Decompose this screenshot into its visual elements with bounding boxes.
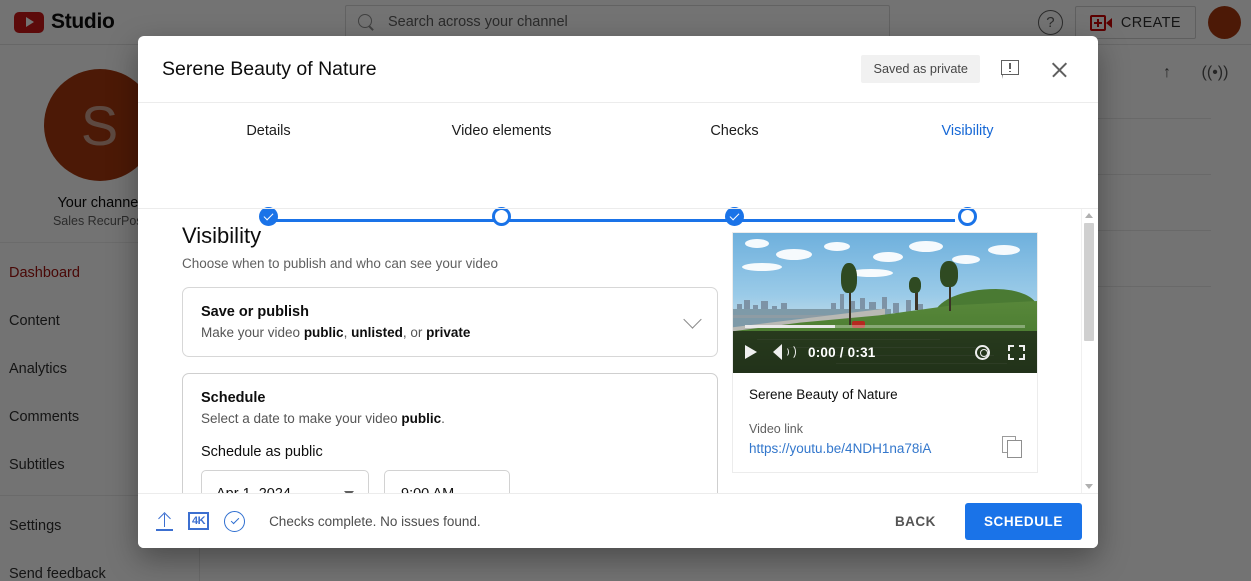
desc-prefix: Make your video (201, 325, 304, 340)
upload-stepper: Details Video elements Checks Visibility (138, 103, 1098, 226)
preview-video-title: Serene Beauty of Nature (749, 387, 898, 402)
schedule-time-input[interactable]: 9:00 AM (384, 470, 510, 493)
upload-status-icon (156, 511, 173, 531)
step-visibility[interactable]: Visibility (851, 123, 1084, 139)
fullscreen-icon[interactable] (1008, 344, 1025, 360)
screen: Studio Search across your channel ? CREA… (0, 0, 1251, 581)
scroll-down-icon[interactable] (1085, 484, 1093, 489)
status-badge: Saved as private (861, 55, 980, 83)
video-thumbnail[interactable]: 0:00 / 0:31 (733, 233, 1037, 373)
schedule-description: Select a date to make your video public. (201, 411, 699, 426)
stepper-labels: Details Video elements Checks Visibility (138, 123, 1098, 139)
progress-fill (745, 325, 835, 328)
schedule-date-value: Apr 1, 2024 (216, 486, 344, 494)
footer-status-text: Checks complete. No issues found. (269, 513, 481, 529)
step-video-elements[interactable]: Video elements (385, 123, 618, 139)
back-button[interactable]: BACK (881, 505, 950, 538)
video-link-label: Video link (749, 422, 803, 436)
dialog-scrollbar[interactable] (1081, 209, 1095, 493)
section-heading: Visibility (182, 223, 262, 248)
video-metadata: Serene Beauty of Nature Video link https… (733, 373, 1037, 472)
visibility-option-public: public (303, 325, 344, 340)
schedule-title: Schedule (201, 390, 266, 406)
checks-complete-icon (224, 510, 246, 532)
copy-icon[interactable] (1002, 436, 1023, 458)
time-display: 0:00 / 0:31 (808, 344, 876, 360)
schedule-pickers: Apr 1, 2024 9:00 AM (201, 470, 699, 493)
cloud (872, 252, 903, 262)
visibility-option-unlisted: unlisted (351, 325, 403, 340)
desc-sep: , (343, 325, 352, 340)
cloud (742, 263, 783, 271)
close-icon (1050, 60, 1069, 79)
cloud (951, 255, 980, 264)
video-preview-card: 0:00 / 0:31 Serene Beauty of Nature Vide… (732, 232, 1038, 473)
resolution-badge: 4K (188, 511, 210, 531)
feedback-icon (1001, 59, 1021, 79)
schedule-button[interactable]: SCHEDULE (964, 502, 1082, 540)
dialog-title: Serene Beauty of Nature (162, 57, 377, 80)
schedule-field-label: Schedule as public (201, 444, 323, 460)
scrollbar-thumb[interactable] (1084, 223, 1094, 341)
schedule-time-value: 9:00 AM (401, 486, 454, 494)
video-upload-dialog: Serene Beauty of Nature Saved as private… (138, 36, 1098, 548)
gear-icon[interactable] (973, 343, 992, 362)
volume-icon[interactable] (773, 344, 796, 360)
step-label: Checks (710, 123, 759, 139)
close-button[interactable] (1042, 52, 1076, 86)
video-controls: 0:00 / 0:31 (733, 325, 1037, 373)
progress-bar[interactable] (745, 325, 1025, 328)
dialog-scroll-area: Visibility Choose when to publish and wh… (138, 209, 1098, 493)
step-details[interactable]: Details (152, 123, 385, 139)
save-or-publish-title: Save or publish (201, 304, 309, 320)
schedule-card[interactable]: Schedule Select a date to make your vide… (182, 373, 718, 493)
step-label: Video elements (451, 123, 552, 139)
schedule-date-picker[interactable]: Apr 1, 2024 (201, 470, 369, 493)
schedule-desc-prefix: Select a date to make your video (201, 411, 402, 426)
tree-foliage (939, 261, 958, 287)
tree-foliage (840, 263, 857, 293)
play-icon[interactable] (745, 345, 757, 359)
section-subheading: Choose when to publish and who can see y… (182, 256, 498, 271)
desc-sep: , or (402, 325, 427, 340)
chevron-down-icon[interactable] (683, 309, 702, 329)
send-feedback-button[interactable] (994, 52, 1028, 86)
save-or-publish-card[interactable]: Save or publish Make your video public, … (182, 287, 718, 357)
schedule-desc-bold: public (401, 411, 442, 426)
cloud (775, 249, 812, 260)
step-label: Details (246, 123, 291, 139)
step-label: Visibility (941, 123, 994, 139)
save-or-publish-description: Make your video public, unlisted, or pri… (201, 325, 686, 340)
step-checks[interactable]: Checks (618, 123, 851, 139)
video-link-url[interactable]: https://youtu.be/4NDH1na78iA (749, 441, 1021, 456)
cloud (745, 239, 770, 248)
schedule-desc-suffix: . (441, 411, 445, 426)
cloud (824, 242, 851, 251)
visibility-option-private: private (426, 325, 471, 340)
dialog-header: Serene Beauty of Nature Saved as private (138, 36, 1098, 103)
scroll-up-icon[interactable] (1085, 213, 1093, 218)
dialog-footer: 4K Checks complete. No issues found. BAC… (138, 493, 1098, 548)
caret-down-icon (344, 490, 354, 493)
visibility-panel: Visibility Choose when to publish and wh… (182, 223, 718, 493)
dialog-body: Visibility Choose when to publish and wh… (138, 208, 1098, 493)
tree-foliage (909, 277, 922, 293)
preview-panel: 0:00 / 0:31 Serene Beauty of Nature Vide… (732, 223, 1038, 493)
